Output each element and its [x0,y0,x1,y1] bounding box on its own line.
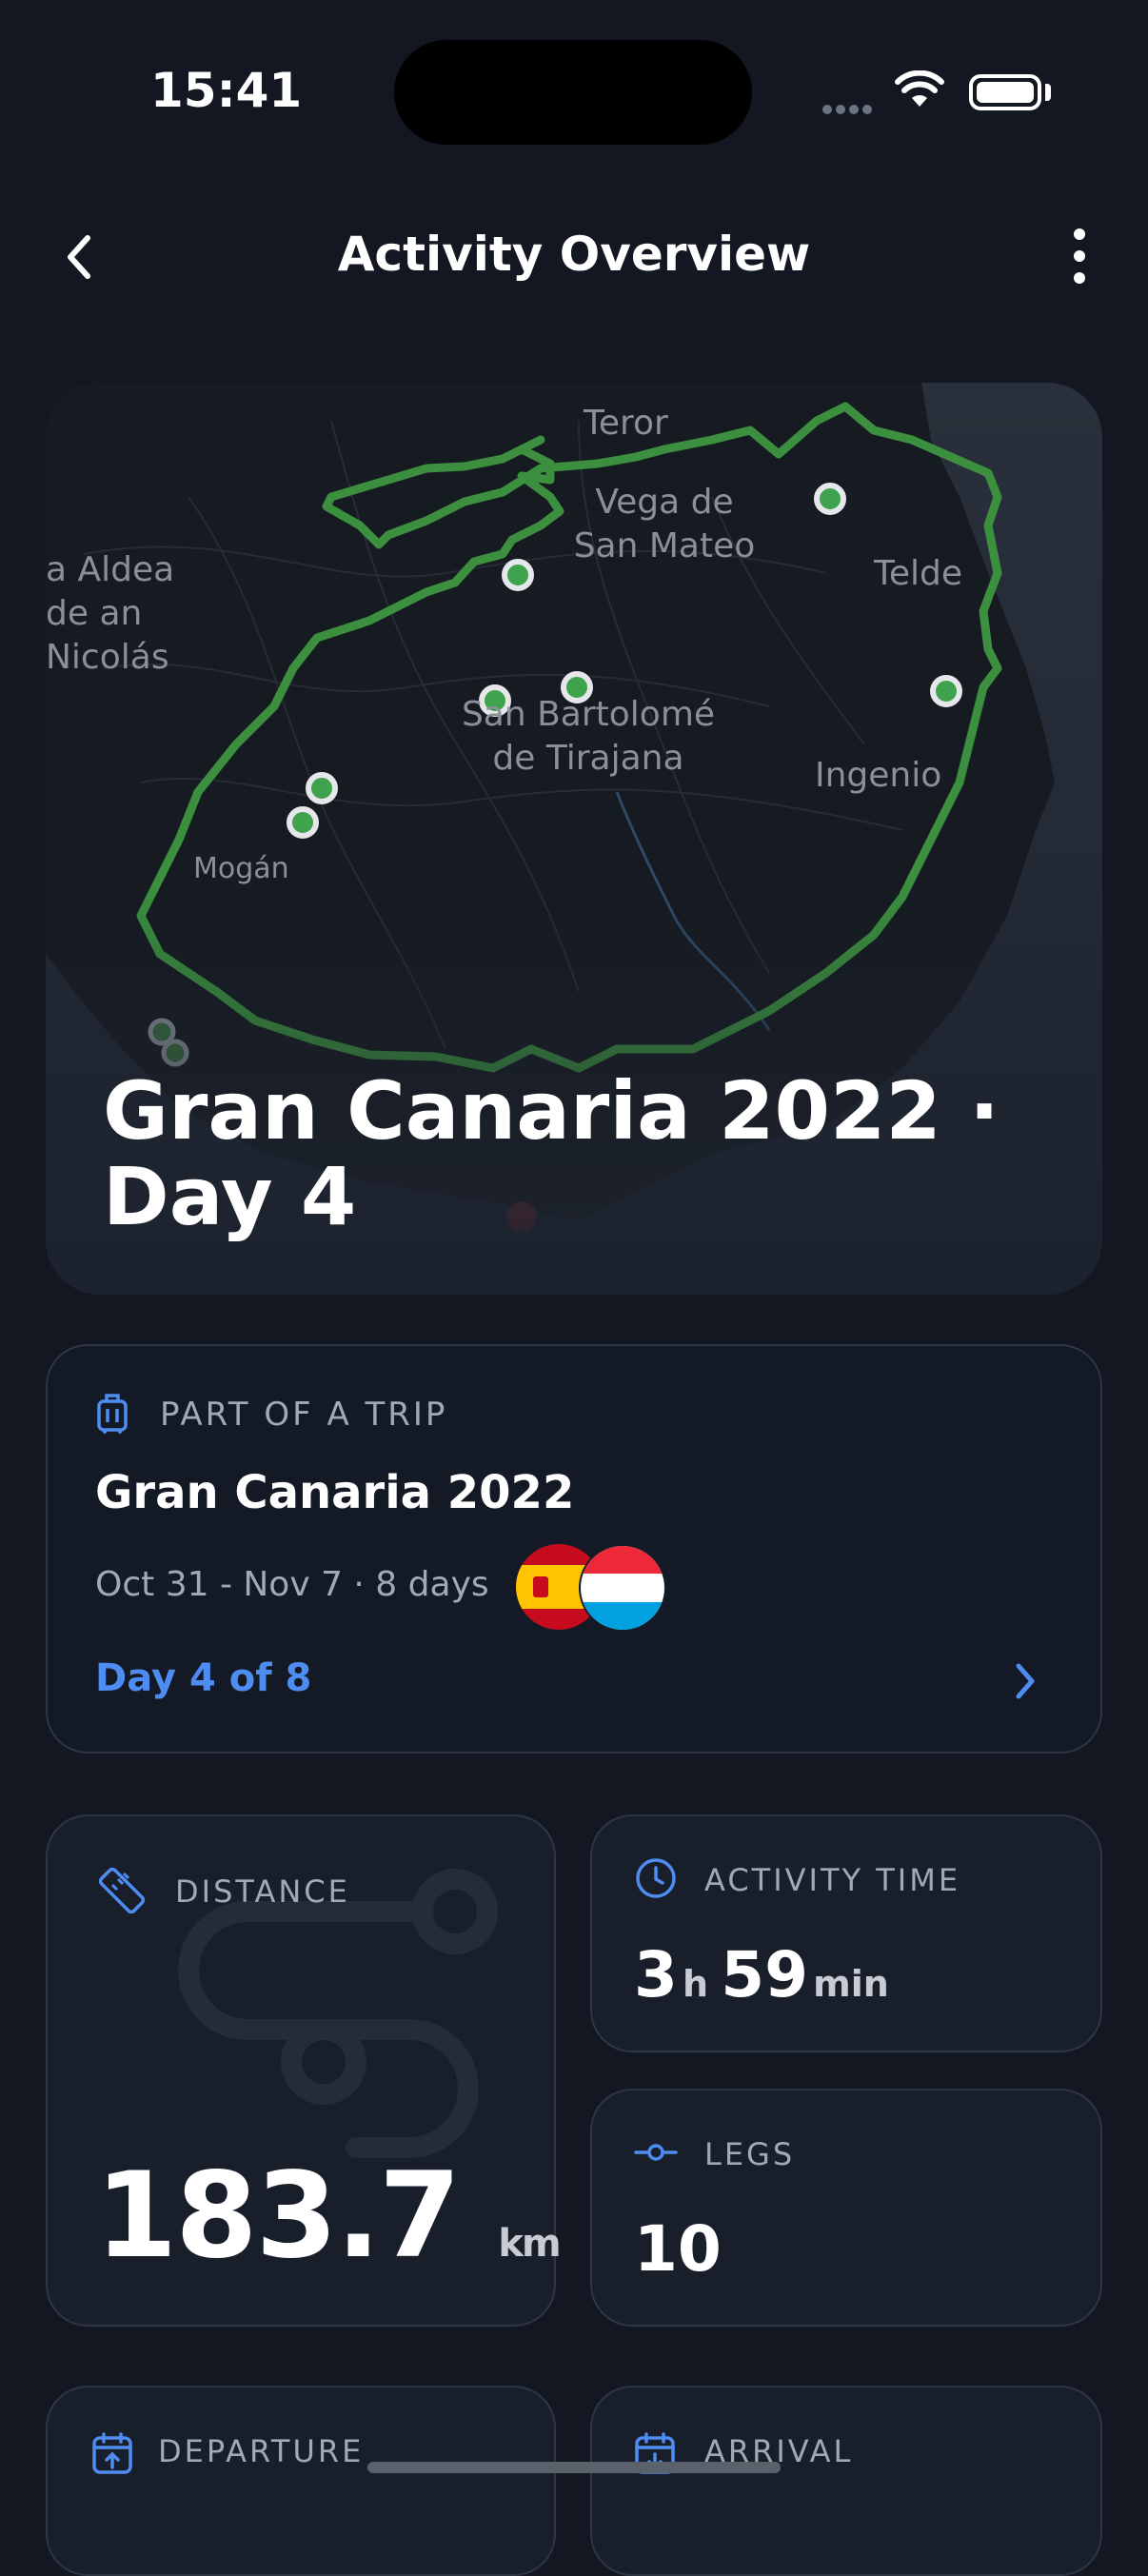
activity-minutes-unit: min [813,1963,889,2005]
activity-minutes: 59 [721,1938,809,2011]
activity-hours-unit: h [683,1963,709,2005]
activity-time-label: ACTIVITY TIME [704,1862,961,1898]
clock-icon [634,1856,678,1904]
trip-dates: Oct 31 - Nov 7 · 8 days [95,1565,489,1604]
activity-time-value: 3 h 59 min [634,1938,889,2011]
luxembourg-flag-icon [579,1544,666,1635]
luggage-icon [95,1392,129,1439]
map-label-ingenio: Ingenio [815,756,942,795]
trip-day-link[interactable]: Day 4 of 8 [95,1656,311,1700]
trip-section-label: PART OF A TRIP [160,1396,448,1434]
ruler-icon [95,1864,148,1921]
activity-time-card [590,1814,1102,2052]
trip-name: Gran Canaria 2022 [95,1466,575,1519]
more-options-button[interactable] [1068,228,1091,287]
legs-label: LEGS [704,2136,796,2172]
legs-icon [634,2138,678,2170]
departure-label: DEPARTURE [158,2433,365,2469]
home-indicator[interactable] [367,2462,781,2473]
activity-map[interactable]: Teror Vega de San Mateo Telde a Aldea de… [46,383,1102,1295]
map-label-telde: Telde [874,554,963,593]
dynamic-island [394,40,752,145]
distance-value: 183.7 km [95,2148,562,2285]
cellular-signal-icon [822,100,876,118]
map-label-aldea: a Aldea de an Nicolás [46,550,175,677]
map-label-teror: Teror [584,404,668,443]
distance-unit: km [498,2222,561,2266]
map-label-vega: Vega de San Mateo [573,483,756,565]
arrival-card [590,2386,1102,2576]
wifi-icon [895,69,944,112]
distance-number: 183.7 [95,2148,461,2285]
battery-icon [969,74,1041,110]
chevron-right-icon[interactable] [1011,1660,1039,1706]
map-label-san-bartolome: San Bartolomé de Tirajana [461,695,716,778]
distance-label: DISTANCE [175,1873,350,1910]
activity-title: Gran Canaria 2022 · Day 4 [103,1064,1000,1243]
departure-card [46,2386,556,2576]
battery-tip [1045,84,1051,101]
activity-hours: 3 [634,1938,678,2011]
page-title: Activity Overview [337,227,811,282]
map-label-mogan: Mogán [193,852,289,885]
status-time: 15:41 [150,63,303,118]
legs-card [590,2089,1102,2327]
calendar-departure-icon [91,2431,133,2479]
legs-value: 10 [634,2212,722,2286]
